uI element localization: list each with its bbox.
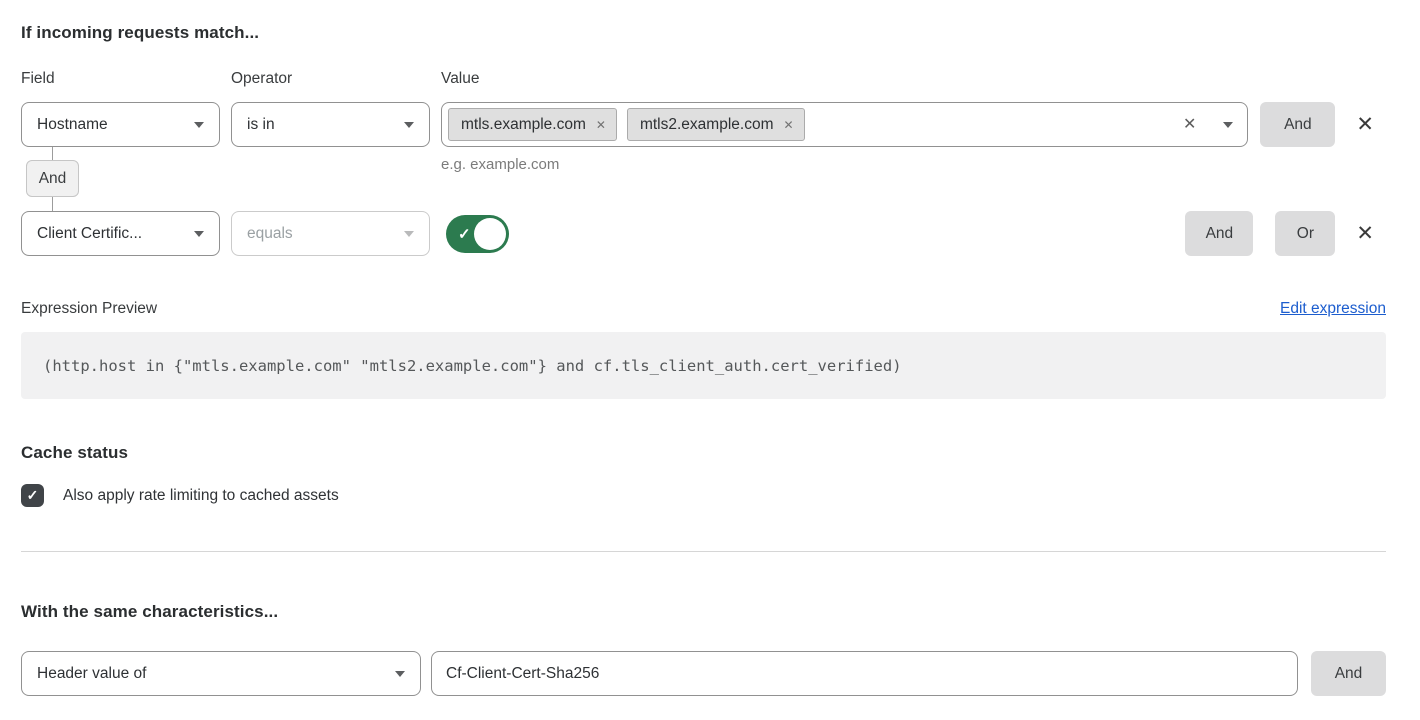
remove-condition-icon[interactable]: ✕ <box>1356 223 1374 244</box>
cache-checkbox-row: ✓ Also apply rate limiting to cached ass… <box>21 484 1386 507</box>
operator-select-1-value: is in <box>247 116 275 134</box>
chevron-down-icon <box>404 122 414 128</box>
add-characteristic-button[interactable]: And <box>1311 651 1386 696</box>
section-divider <box>21 551 1386 552</box>
match-section-title: If incoming requests match... <box>21 23 1386 43</box>
condition-row-2: Client Certific... equals ✓ And Or ✕ <box>21 211 1386 256</box>
value-tag-label: mtls2.example.com <box>640 116 774 134</box>
characteristic-select-value: Header value of <box>37 665 146 683</box>
field-select-2-value: Client Certific... <box>37 225 142 243</box>
characteristics-row: Header value of And <box>21 651 1386 696</box>
add-and-condition-button[interactable]: And <box>1185 211 1253 256</box>
column-labels: Field Operator Value <box>21 70 1386 88</box>
value-toggle-switch[interactable]: ✓ <box>446 215 509 253</box>
value-column-label: Value <box>441 70 1386 88</box>
toggle-knob <box>474 218 506 250</box>
cache-status-title: Cache status <box>21 443 1386 463</box>
chevron-down-icon[interactable] <box>1223 122 1233 128</box>
add-and-condition-button[interactable]: And <box>1260 102 1335 147</box>
characteristic-select[interactable]: Header value of <box>21 651 421 696</box>
expression-code: (http.host in {"mtls.example.com" "mtls2… <box>21 332 1386 399</box>
chevron-down-icon <box>404 231 414 237</box>
add-or-condition-button[interactable]: Or <box>1275 211 1335 256</box>
operator-column-label: Operator <box>231 70 441 88</box>
clear-values-icon[interactable]: ✕ <box>1183 117 1196 133</box>
cached-assets-checkbox-label: Also apply rate limiting to cached asset… <box>63 487 339 505</box>
value-tag: mtls.example.com ✕ <box>448 108 617 141</box>
condition-row-1: Hostname is in mtls.example.com ✕ mtls2.… <box>21 102 1386 147</box>
check-icon: ✓ <box>27 487 39 504</box>
tag-remove-icon[interactable]: ✕ <box>596 119 606 131</box>
value-tag-list: mtls.example.com ✕ mtls2.example.com ✕ <box>448 108 1183 141</box>
field-column-label: Field <box>21 70 231 88</box>
remove-condition-icon[interactable]: ✕ <box>1356 114 1374 135</box>
tag-remove-icon[interactable]: ✕ <box>783 119 793 131</box>
chevron-down-icon <box>194 231 204 237</box>
operator-select-2: equals <box>231 211 430 256</box>
operator-select-1[interactable]: is in <box>231 102 430 147</box>
field-select-1[interactable]: Hostname <box>21 102 220 147</box>
value-tag: mtls2.example.com ✕ <box>627 108 805 141</box>
row-connector-area: And e.g. example.com <box>21 147 1386 211</box>
and-connector-button[interactable]: And <box>26 160 79 197</box>
edit-expression-link[interactable]: Edit expression <box>1280 300 1386 318</box>
field-select-1-value: Hostname <box>37 116 108 134</box>
operator-select-2-value: equals <box>247 225 293 243</box>
expression-preview-header: Expression Preview Edit expression <box>21 300 1386 318</box>
expression-preview-label: Expression Preview <box>21 300 157 318</box>
rule-builder: If incoming requests match... Field Oper… <box>0 0 1420 696</box>
check-icon: ✓ <box>458 225 471 243</box>
cached-assets-checkbox[interactable]: ✓ <box>21 484 44 507</box>
value-hint-text: e.g. example.com <box>441 156 559 173</box>
value-tag-label: mtls.example.com <box>461 116 586 134</box>
field-select-2[interactable]: Client Certific... <box>21 211 220 256</box>
chevron-down-icon <box>194 122 204 128</box>
characteristics-title: With the same characteristics... <box>21 602 1386 622</box>
header-name-input[interactable] <box>431 651 1298 696</box>
value-multiselect[interactable]: mtls.example.com ✕ mtls2.example.com ✕ ✕ <box>441 102 1248 147</box>
chevron-down-icon <box>395 671 405 677</box>
